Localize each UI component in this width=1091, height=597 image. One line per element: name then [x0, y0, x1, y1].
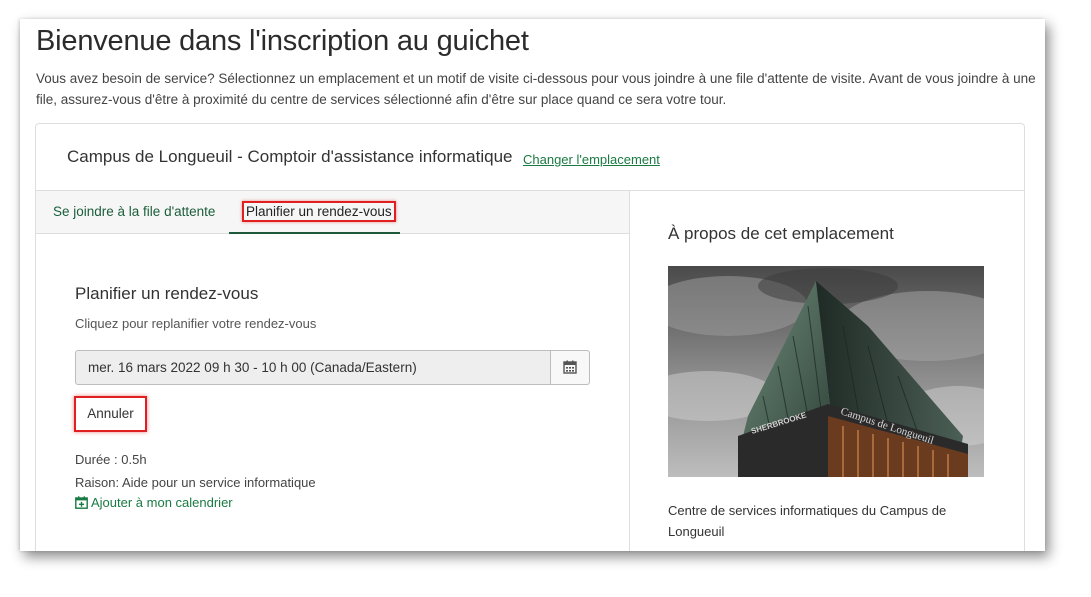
- add-to-calendar-link[interactable]: Ajouter à mon calendrier: [75, 495, 233, 510]
- appointment-date-value: mer. 16 mars 2022 09 h 30 - 10 h 00 (Can…: [88, 360, 417, 375]
- calendar-icon: [563, 360, 577, 374]
- about-location-title: À propos de cet emplacement: [668, 224, 894, 243]
- location-card: Campus de Longueuil - Comptoir d'assista…: [35, 123, 1025, 551]
- page-title: Bienvenue dans l'inscription au guichet: [36, 25, 529, 57]
- tab-schedule-appointment-label: Planifier un rendez-vous: [242, 201, 396, 222]
- page-intro: Vous avez besoin de service? Sélectionne…: [36, 71, 1036, 107]
- tab-join-queue[interactable]: Se joindre à la file d'attente: [36, 191, 228, 233]
- add-to-calendar-label: Ajouter à mon calendrier: [91, 495, 233, 510]
- browser-page: Bienvenue dans l'inscription au guichet …: [20, 19, 1045, 551]
- appointment-duration: Durée : 0.5h: [75, 452, 147, 467]
- appointment-date-field[interactable]: mer. 16 mars 2022 09 h 30 - 10 h 00 (Can…: [75, 350, 590, 385]
- left-pane: Se joindre à la file d'attente Planifier…: [36, 191, 630, 551]
- calendar-plus-icon: [75, 496, 88, 509]
- right-pane: À propos de cet emplacement Campus de Lo…: [630, 191, 1024, 551]
- schedule-help-text: Cliquez pour replanifier votre rendez-vo…: [75, 316, 317, 331]
- tab-schedule-appointment[interactable]: Planifier un rendez-vous: [229, 191, 400, 234]
- card-header: Campus de Longueuil - Comptoir d'assista…: [36, 124, 1024, 191]
- tab-bar: Se joindre à la file d'attente Planifier…: [36, 191, 629, 234]
- schedule-title: Planifier un rendez-vous: [75, 284, 259, 303]
- campus-building-photo: Campus de Longueuil SHERBROOKE: [668, 266, 984, 477]
- tab-join-queue-label: Se joindre à la file d'attente: [53, 204, 216, 219]
- calendar-picker-button[interactable]: [550, 351, 589, 384]
- service-center-description: Centre de services informatiques du Camp…: [668, 503, 947, 539]
- change-location-link[interactable]: Changer l'emplacement: [523, 152, 660, 167]
- appointment-reason: Raison: Aide pour un service informatiqu…: [75, 475, 316, 490]
- cancel-appointment-button[interactable]: Annuler: [74, 396, 147, 432]
- location-name: Campus de Longueuil - Comptoir d'assista…: [67, 147, 513, 166]
